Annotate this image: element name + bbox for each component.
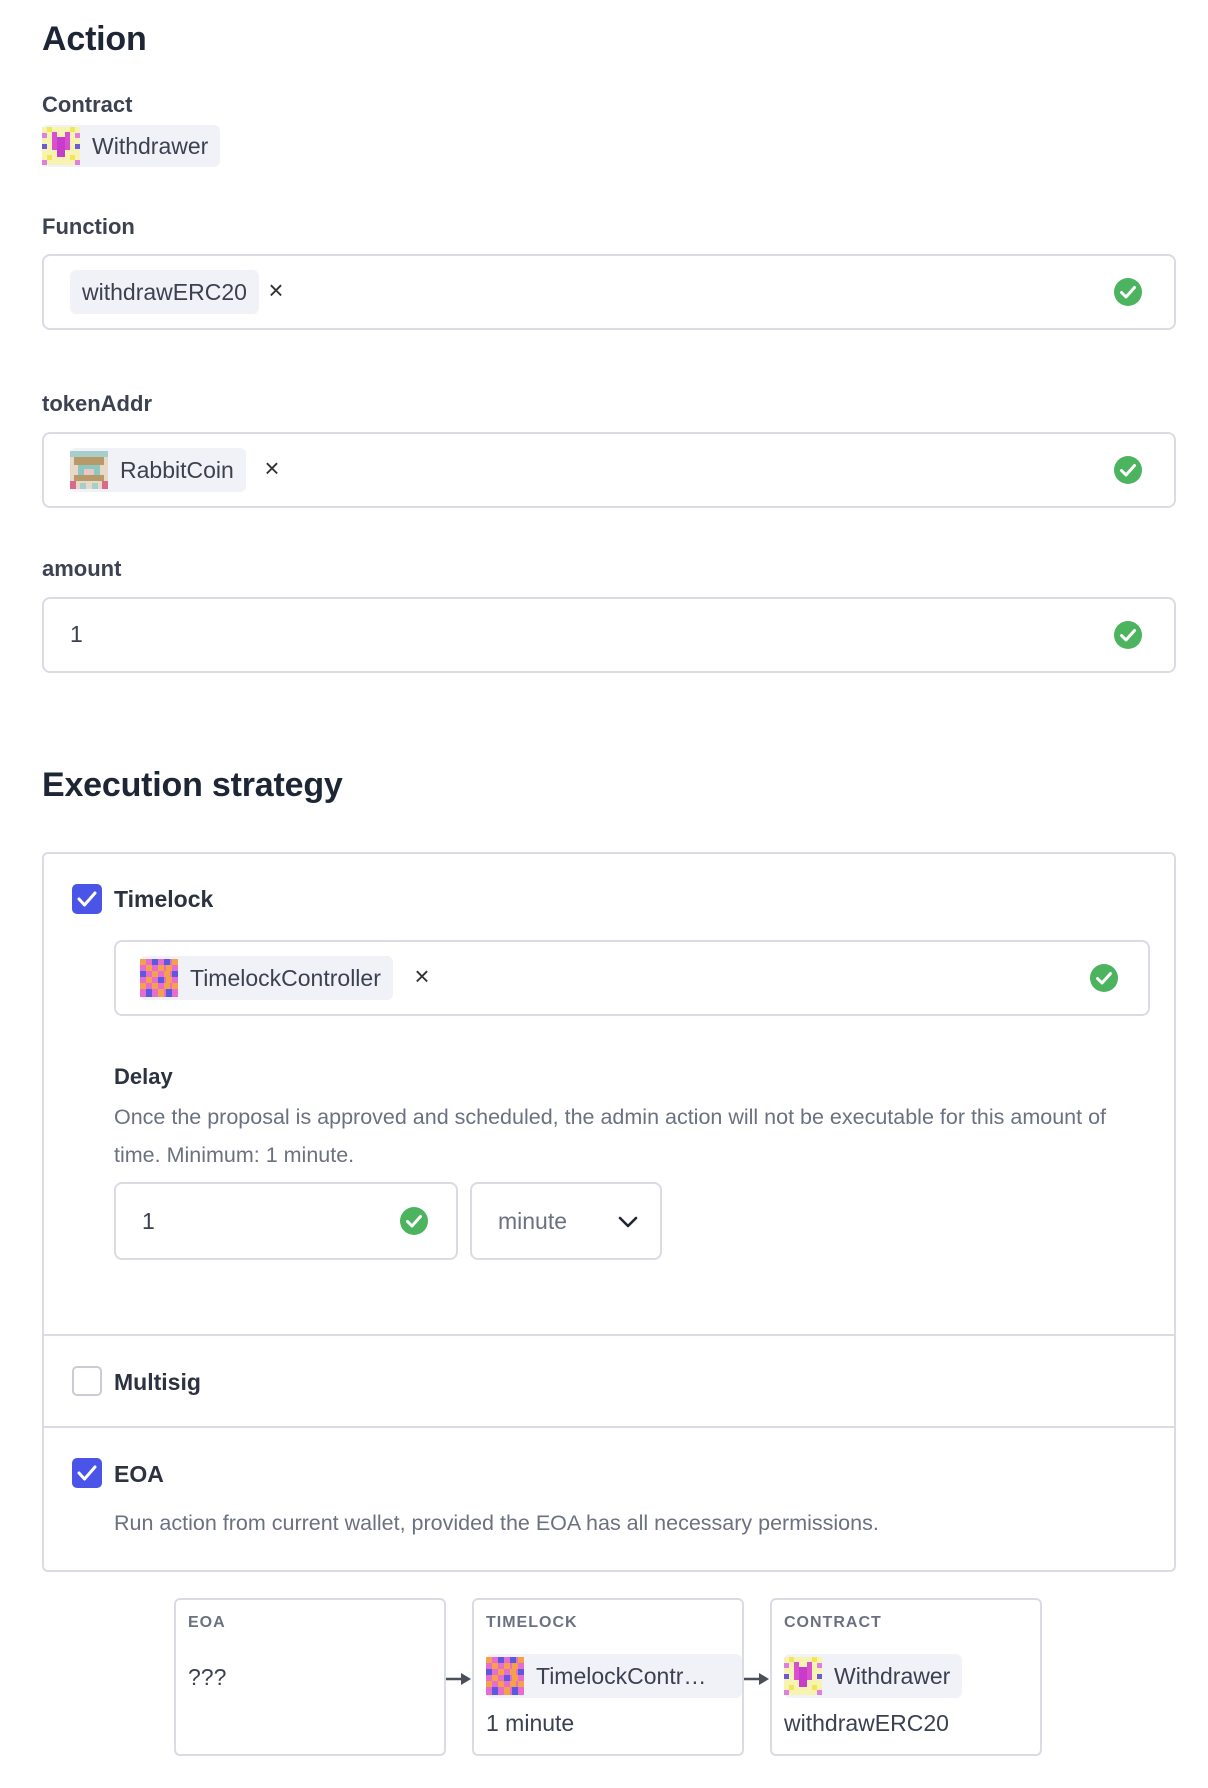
flow-card-contract: CONTRACT Withdrawer withdrawERC20 (770, 1598, 1042, 1756)
timelock-checkbox[interactable] (72, 884, 102, 914)
amount-label: amount (42, 556, 122, 581)
contract-label: Contract (42, 92, 133, 117)
check-circle-icon (1114, 621, 1142, 649)
clear-token-close-icon[interactable]: × (260, 455, 284, 481)
multisig-checkbox[interactable] (72, 1366, 102, 1396)
token-addr-select[interactable]: RabbitCoin × (42, 432, 1176, 508)
chevron-down-icon (618, 1216, 638, 1228)
eoa-description: Run action from current wallet, provided… (114, 1511, 879, 1535)
flow-timelock-sub: 1 minute (486, 1710, 575, 1736)
amount-input[interactable]: 1 (42, 597, 1176, 673)
delay-label: Delay (114, 1064, 173, 1089)
clear-timelock-close-icon[interactable]: × (410, 963, 434, 989)
timelock-avatar-icon (140, 959, 178, 997)
flow-timelock-title: TIMELOCK (486, 1614, 578, 1631)
check-circle-icon (400, 1207, 428, 1235)
clear-function-close-icon[interactable]: × (264, 277, 288, 303)
timelock-chip: TimelockController (140, 956, 393, 1000)
multisig-label: Multisig (114, 1369, 201, 1395)
execution-strategy-heading: Execution strategy (42, 766, 343, 804)
contract-name: Withdrawer (92, 132, 209, 159)
function-chip: withdrawERC20 (70, 270, 259, 314)
token-addr-label: tokenAddr (42, 391, 152, 416)
flow-timelock-chip[interactable]: TimelockContr… (486, 1654, 742, 1698)
flow-timelock-name: TimelockContr… (536, 1662, 707, 1689)
timelock-avatar-icon (486, 1657, 524, 1695)
flow-contract-title: CONTRACT (784, 1614, 882, 1631)
arrow-right-icon (744, 1673, 769, 1685)
divider (44, 1334, 1174, 1336)
action-heading: Action (42, 20, 147, 58)
amount-value: 1 (70, 621, 83, 647)
divider (44, 1426, 1174, 1428)
check-circle-icon (1090, 964, 1118, 992)
strategy-panel: Timelock TimelockController × Delay Once… (42, 852, 1176, 1572)
function-select[interactable]: withdrawERC20 × (42, 254, 1176, 330)
check-circle-icon (1114, 278, 1142, 306)
contract-chip[interactable]: Withdrawer (42, 125, 221, 167)
function-value: withdrawERC20 (82, 278, 247, 305)
checkmark-icon (77, 891, 97, 907)
contract-avatar-icon (784, 1657, 822, 1695)
rabbitcoin-avatar-icon (70, 451, 108, 489)
delay-unit-select[interactable]: minute (470, 1182, 662, 1260)
timelock-label: Timelock (114, 886, 214, 912)
flow-card-timelock: TIMELOCK TimelockContr… 1 minute (472, 1598, 744, 1756)
flow-contract-sub: withdrawERC20 (784, 1710, 949, 1736)
timelock-controller-name: TimelockController (190, 964, 381, 991)
checkmark-icon (77, 1465, 97, 1481)
check-circle-icon (1114, 456, 1142, 484)
flow-card-eoa: EOA ??? (174, 1598, 446, 1756)
flow-contract-name: Withdrawer (834, 1662, 951, 1689)
eoa-label: EOA (114, 1461, 164, 1487)
flow-eoa-title: EOA (188, 1614, 226, 1631)
flow-contract-chip[interactable]: Withdrawer (784, 1654, 963, 1698)
timelock-controller-select[interactable]: TimelockController × (114, 940, 1150, 1016)
delay-input[interactable]: 1 (114, 1182, 458, 1260)
delay-description: Once the proposal is approved and schedu… (114, 1105, 1107, 1167)
token-chip: RabbitCoin (70, 448, 246, 492)
delay-value: 1 (142, 1208, 155, 1234)
token-value: RabbitCoin (120, 456, 234, 483)
arrow-right-icon (446, 1673, 471, 1685)
contract-avatar-icon (42, 127, 80, 165)
eoa-checkbox[interactable] (72, 1458, 102, 1488)
delay-unit-value: minute (498, 1208, 568, 1234)
function-label: Function (42, 214, 135, 239)
flow-eoa-value: ??? (188, 1664, 227, 1690)
